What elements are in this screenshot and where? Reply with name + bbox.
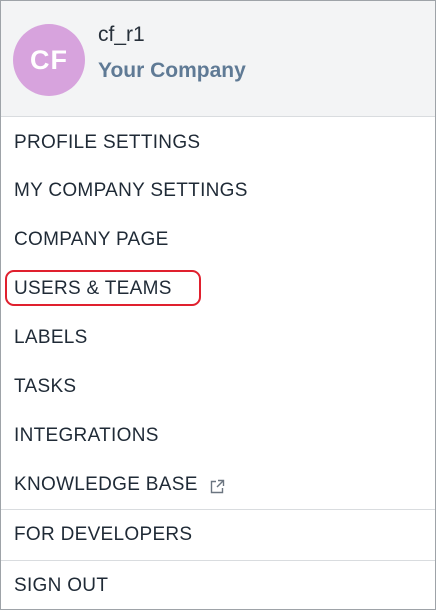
menu-divider	[1, 560, 435, 561]
menu-item-label: TASKS	[14, 376, 77, 397]
menu-item-label: COMPANY PAGE	[14, 229, 169, 250]
menu-item-profile-settings[interactable]: PROFILE SETTINGS	[1, 119, 435, 167]
menu-item-label: INTEGRATIONS	[14, 425, 159, 446]
menu-item-company-page[interactable]: COMPANY PAGE	[1, 216, 435, 264]
menu-item-label: KNOWLEDGE BASE	[14, 474, 198, 495]
menu-item-tasks[interactable]: TASKS	[1, 363, 435, 411]
highlight-box	[5, 270, 201, 306]
menu-item-for-developers[interactable]: FOR DEVELOPERS	[1, 511, 435, 559]
menu-item-label: LABELS	[14, 327, 88, 348]
avatar: CF	[13, 24, 85, 96]
account-header: CF cf_r1 Your Company	[1, 1, 435, 117]
account-dropdown-menu: CF cf_r1 Your Company PROFILE SETTINGS M…	[0, 0, 436, 610]
menu-item-my-company-settings[interactable]: MY COMPANY SETTINGS	[1, 167, 435, 215]
menu-divider	[1, 509, 435, 510]
menu-item-integrations[interactable]: INTEGRATIONS	[1, 412, 435, 460]
username: cf_r1	[98, 23, 145, 46]
company-name: Your Company	[98, 59, 246, 82]
menu-item-label: MY COMPANY SETTINGS	[14, 180, 248, 201]
menu-item-sign-out[interactable]: SIGN OUT	[1, 562, 435, 610]
menu-item-label: FOR DEVELOPERS	[14, 524, 193, 545]
menu-item-label: PROFILE SETTINGS	[14, 132, 201, 153]
menu-item-knowledge-base[interactable]: KNOWLEDGE BASE	[1, 461, 435, 509]
external-link-icon	[210, 478, 225, 493]
menu-item-labels[interactable]: LABELS	[1, 314, 435, 362]
menu-item-label: SIGN OUT	[14, 575, 109, 596]
